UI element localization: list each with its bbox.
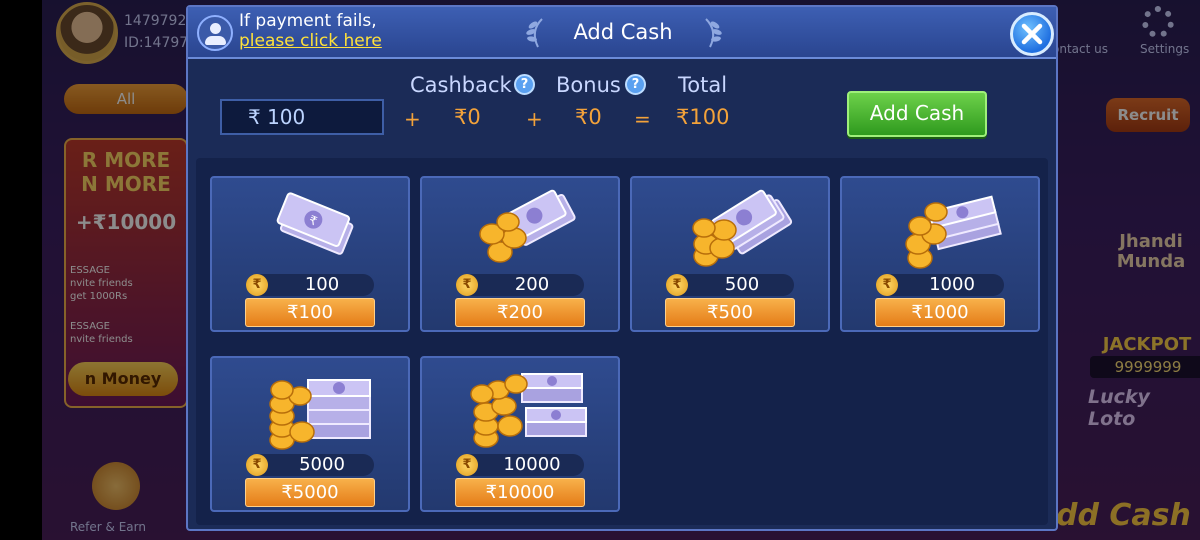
cashback-help-icon[interactable]: ? — [514, 74, 535, 95]
equals-sign: = — [634, 107, 651, 131]
add-cash-button[interactable]: Add Cash — [847, 91, 987, 137]
package-amount: 5000 — [299, 454, 345, 475]
cash-coins-icon — [479, 189, 576, 263]
bonus-value: ₹0 — [575, 105, 602, 129]
package-card-5000[interactable]: ₹ 5000 ₹5000 — [210, 356, 410, 512]
package-amount: 1000 — [929, 274, 975, 295]
jhandi-munda-game[interactable]: Jhandi Munda — [1086, 232, 1200, 272]
invite-promo-banner[interactable]: R MORE N MORE +₹10000 ESSAGE nvite friend… — [64, 138, 188, 408]
laurel-right-icon — [705, 18, 722, 48]
big-cash-stack-icon — [269, 379, 371, 450]
close-icon — [1021, 23, 1043, 45]
rupee-coin-icon: ₹ — [456, 454, 478, 476]
rupee-coin-icon: ₹ — [246, 454, 268, 476]
package-amount: 100 — [304, 274, 340, 295]
cash-notes-icon: ₹ — [276, 192, 354, 255]
package-amount: 200 — [514, 274, 550, 295]
dialog-header: If payment fails, please click here Add … — [188, 7, 1056, 59]
package-grid: ₹ ₹ 100 ₹100 ₹ 200 ₹200 ₹ 500 ₹500 ₹ 100… — [196, 158, 1048, 525]
package-card-500[interactable]: ₹ 500 ₹500 — [630, 176, 830, 332]
jackpot-value: 9999999 — [1090, 356, 1200, 378]
plus-sign: + — [404, 107, 421, 131]
dialog-title: Add Cash — [573, 20, 673, 44]
earn-money-button[interactable]: n Money — [68, 362, 178, 396]
rupee-coin-icon: ₹ — [666, 274, 688, 296]
total-value: ₹100 — [676, 105, 730, 129]
close-button[interactable] — [1010, 12, 1054, 56]
refer-earn-icon[interactable] — [92, 462, 140, 510]
package-amount: 500 — [724, 274, 760, 295]
jackpot-label: JACKPOT — [1102, 334, 1192, 355]
payment-help-link[interactable]: please click here — [239, 31, 382, 51]
package-card-200[interactable]: ₹ 200 ₹200 — [420, 176, 620, 332]
promo-message-1: ESSAGE nvite friends get 1000Rs — [70, 265, 133, 302]
payment-fail-text: If payment fails, — [239, 11, 377, 31]
add-cash-lobby-button[interactable]: dd Cash — [1056, 498, 1191, 533]
cashback-value: ₹0 — [454, 105, 481, 129]
lucky-loto-game[interactable]: Lucky Loto — [1088, 386, 1200, 430]
package-amount: 10000 — [503, 454, 561, 475]
bonus-label: Bonus — [556, 73, 621, 97]
package-buy-button[interactable]: ₹200 — [455, 298, 585, 327]
amount-input[interactable]: ₹ 100 — [220, 99, 384, 135]
bonus-help-icon[interactable]: ? — [625, 74, 646, 95]
add-cash-dialog: If payment fails, please click here Add … — [186, 5, 1058, 531]
recruit-button[interactable]: Recruit — [1106, 98, 1190, 132]
support-agent-icon[interactable] — [197, 15, 233, 51]
settings-label[interactable]: Settings — [1140, 42, 1189, 56]
refer-earn-label: Refer & Earn — [70, 520, 146, 534]
contact-us-label[interactable]: ontact us — [1052, 42, 1108, 56]
user-id: ID:14797 — [124, 35, 189, 51]
cash-coins-icon — [692, 189, 793, 267]
package-card-10000[interactable]: ₹ 10000 ₹10000 — [420, 356, 620, 512]
user-id-top: 1479792 — [124, 13, 187, 29]
package-buy-button[interactable]: ₹5000 — [245, 478, 375, 507]
rupee-coin-icon: ₹ — [876, 274, 898, 296]
user-id-block: 1479792 ID:14797 — [124, 10, 188, 54]
package-buy-button[interactable]: ₹10000 — [455, 478, 585, 507]
package-card-1000[interactable]: ₹ 1000 ₹1000 — [840, 176, 1040, 332]
avatar[interactable] — [56, 2, 118, 64]
promo-line-1: R MORE N MORE — [81, 148, 171, 196]
package-card-100[interactable]: ₹ ₹ 100 ₹100 — [210, 176, 410, 332]
promo-message-2: ESSAGE nvite friends — [70, 321, 133, 345]
plus-sign: + — [526, 107, 543, 131]
gear-icon[interactable] — [1142, 6, 1174, 38]
cash-stack-coins-icon — [905, 195, 1002, 269]
cashback-label: Cashback — [410, 73, 512, 97]
package-buy-button[interactable]: ₹500 — [665, 298, 795, 327]
package-buy-button[interactable]: ₹100 — [245, 298, 375, 327]
promo-amount: +₹10000 — [75, 210, 177, 234]
total-label: Total — [678, 73, 728, 97]
huge-cash-stack-icon — [470, 373, 587, 448]
all-games-tab[interactable]: All — [64, 84, 188, 114]
package-buy-button[interactable]: ₹1000 — [875, 298, 1005, 327]
rupee-coin-icon: ₹ — [456, 274, 478, 296]
rupee-coin-icon: ₹ — [246, 274, 268, 296]
